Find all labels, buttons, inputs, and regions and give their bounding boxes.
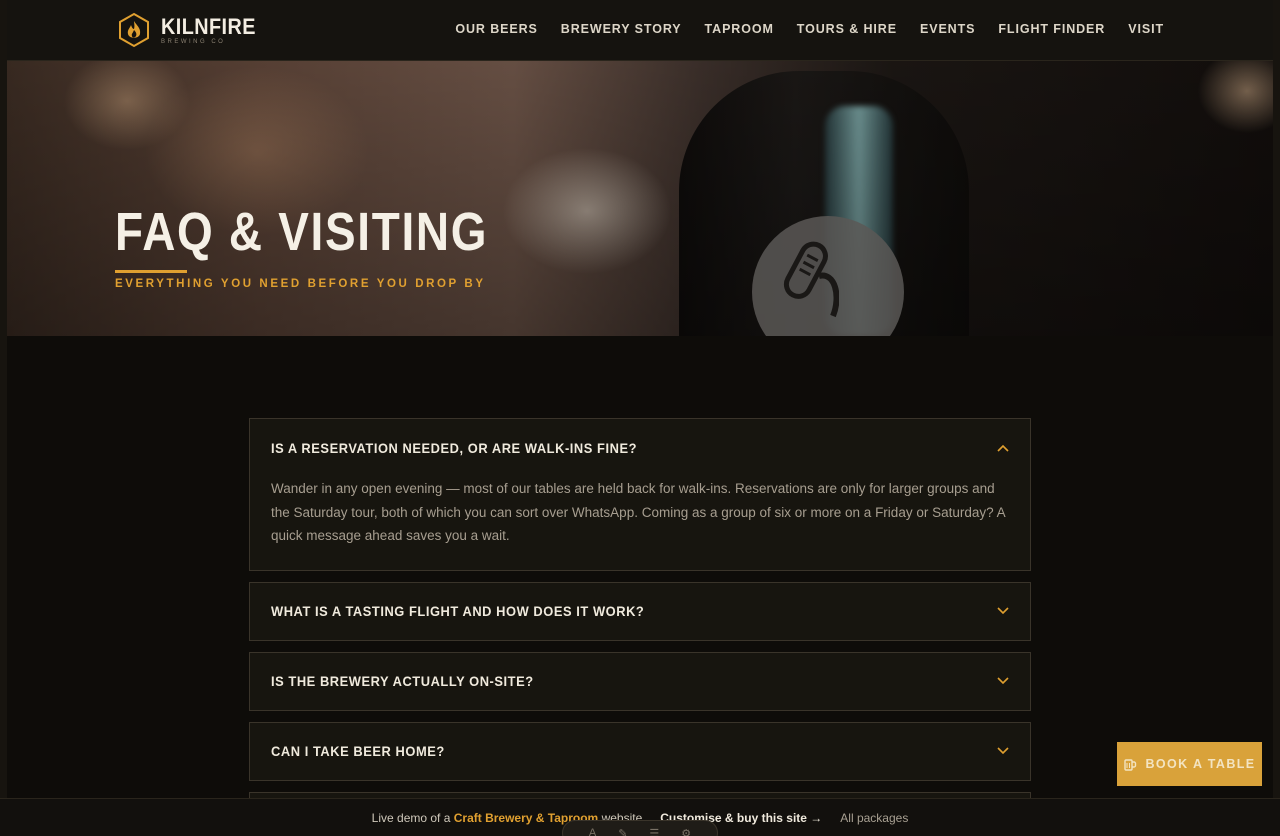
hero-overlay xyxy=(7,61,1273,336)
beer-glass-icon xyxy=(1124,759,1137,771)
faq-list: IS A RESERVATION NEEDED, OR ARE WALK-INS… xyxy=(249,418,1031,817)
main-nav: OUR BEERS BREWERY STORY TAPROOM TOURS & … xyxy=(455,22,1164,36)
faq-answer: Wander in any open evening — most of our… xyxy=(271,481,1005,543)
nav-taproom[interactable]: TAPROOM xyxy=(705,22,774,36)
nav-brewery-story[interactable]: BREWERY STORY xyxy=(561,22,682,36)
faq-question: IS A RESERVATION NEEDED, OR ARE WALK-INS… xyxy=(271,440,638,456)
nav-visit[interactable]: VISIT xyxy=(1128,22,1164,36)
faq-question-toggle[interactable]: WHAT IS A TASTING FLIGHT AND HOW DOES IT… xyxy=(250,583,1030,640)
faq-question: CAN I TAKE BEER HOME? xyxy=(271,743,445,759)
font-icon[interactable]: A xyxy=(589,827,596,836)
nav-tours-hire[interactable]: TOURS & HIRE xyxy=(797,22,897,36)
page-title: FAQ & VISITING xyxy=(115,202,489,262)
brand-tagline: BREWING CO xyxy=(161,38,226,45)
brush-icon[interactable]: ✎ xyxy=(618,827,627,836)
faq-item: WHAT IS A TASTING FLIGHT AND HOW DOES IT… xyxy=(249,581,1031,641)
menu-icon[interactable]: ☰ xyxy=(649,827,659,836)
faq-question-toggle[interactable]: CAN I TAKE BEER HOME? xyxy=(250,723,1030,780)
all-packages-link[interactable]: All packages xyxy=(840,811,908,825)
chevron-down-icon xyxy=(997,747,1009,755)
faq-question-toggle[interactable]: IS A RESERVATION NEEDED, OR ARE WALK-INS… xyxy=(250,419,1030,477)
demo-toolbar-pill: A ✎ ☰ ⚙ xyxy=(562,820,718,836)
settings-icon[interactable]: ⚙ xyxy=(681,827,691,836)
chevron-down-icon xyxy=(997,677,1009,685)
page-frame-right xyxy=(1273,0,1280,836)
brand-logo[interactable]: KILNFIRE BREWING CO xyxy=(117,12,266,48)
brand-name: KILNFIRE xyxy=(161,13,256,39)
faq-question: WHAT IS A TASTING FLIGHT AND HOW DOES IT… xyxy=(271,603,645,619)
flame-hexagon-icon xyxy=(119,12,149,48)
chevron-down-icon xyxy=(997,607,1009,615)
faq-question-toggle[interactable]: IS THE BREWERY ACTUALLY ON-SITE? xyxy=(250,653,1030,710)
title-underline xyxy=(115,270,187,273)
hero-banner: FAQ & VISITING EVERYTHING YOU NEED BEFOR… xyxy=(7,61,1273,336)
beer-tap-icon xyxy=(783,241,839,318)
faq-question: IS THE BREWERY ACTUALLY ON-SITE? xyxy=(271,673,534,689)
demo-prefix: Live demo of a xyxy=(371,810,451,825)
nav-our-beers[interactable]: OUR BEERS xyxy=(455,22,537,36)
faq-item: CAN I TAKE BEER HOME? xyxy=(249,721,1031,781)
book-table-label: BOOK A TABLE xyxy=(1145,757,1256,771)
faq-item: IS A RESERVATION NEEDED, OR ARE WALK-INS… xyxy=(249,418,1031,571)
book-table-button[interactable]: BOOK A TABLE xyxy=(1117,742,1262,786)
site-header: KILNFIRE BREWING CO OUR BEERS BREWERY ST… xyxy=(7,0,1273,61)
faq-item: IS THE BREWERY ACTUALLY ON-SITE? xyxy=(249,651,1031,711)
page-frame-left xyxy=(0,0,7,836)
nav-flight-finder[interactable]: FLIGHT FINDER xyxy=(998,22,1105,36)
page-subtitle: EVERYTHING YOU NEED BEFORE YOU DROP BY xyxy=(115,278,486,290)
chevron-up-icon xyxy=(997,444,1009,452)
nav-events[interactable]: EVENTS xyxy=(920,22,975,36)
